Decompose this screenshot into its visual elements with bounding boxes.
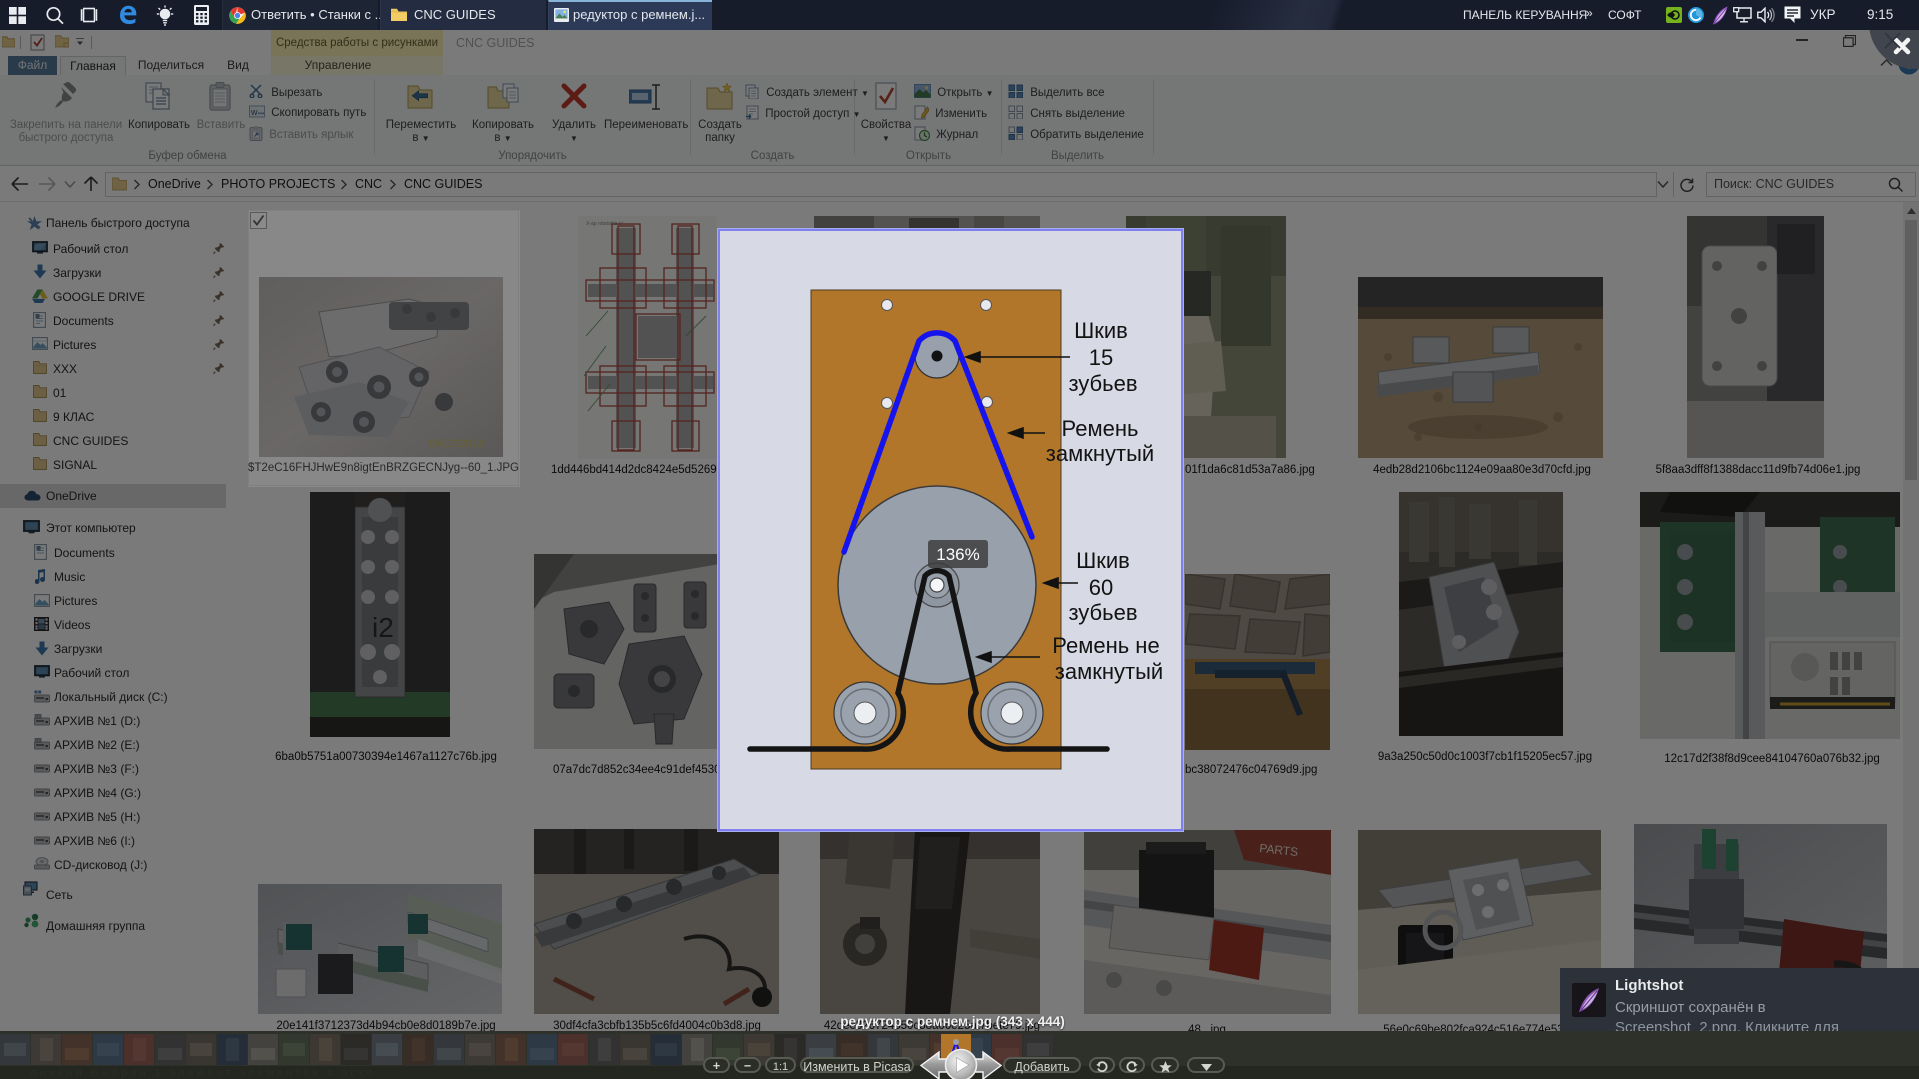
svg-text:Ремень не: Ремень не [1052, 633, 1159, 658]
svg-text:Шкив: Шкив [1076, 548, 1130, 573]
svg-text:зубьев: зубьев [1068, 371, 1137, 396]
svg-text:зубьев: зубьев [1068, 600, 1137, 625]
svg-text:замкнутый: замкнутый [1046, 441, 1154, 466]
svg-text:Шкив: Шкив [1074, 318, 1128, 343]
svg-text:Ремень: Ремень [1062, 416, 1139, 441]
svg-text:15: 15 [1089, 345, 1113, 370]
svg-text:замкнутый: замкнутый [1055, 659, 1163, 684]
svg-text:60: 60 [1089, 575, 1113, 600]
svg-text:136%: 136% [936, 545, 979, 564]
